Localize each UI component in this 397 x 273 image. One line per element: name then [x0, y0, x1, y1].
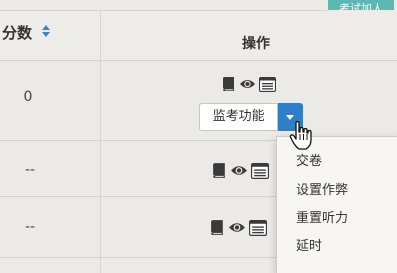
score-cell: -- — [24, 219, 36, 235]
list-icon[interactable] — [259, 76, 276, 92]
book-icon[interactable] — [212, 162, 227, 179]
sort-icon[interactable] — [41, 24, 51, 38]
eye-icon[interactable] — [228, 220, 246, 235]
proctor-dropdown-menu: 交卷 设置作弊 重置听力 延时 — [276, 136, 397, 273]
eye-icon[interactable] — [230, 163, 248, 178]
proctor-functions-split-button: 监考功能 — [199, 103, 303, 131]
menu-item-reset-listening[interactable]: 重置听力 — [296, 207, 348, 226]
row-divider — [0, 196, 276, 197]
list-icon[interactable] — [251, 162, 269, 179]
column-divider — [100, 10, 101, 273]
menu-item-submit-exam[interactable]: 交卷 — [296, 150, 322, 169]
actions-column-header: 操作 — [242, 36, 270, 52]
row-action-icons — [212, 162, 269, 179]
book-icon[interactable] — [210, 219, 225, 236]
score-column-header[interactable]: 分数 — [2, 22, 32, 43]
caret-down-icon — [286, 115, 295, 120]
eye-icon[interactable] — [239, 77, 256, 91]
row-divider — [0, 257, 276, 258]
row-action-icons — [210, 219, 267, 236]
list-icon[interactable] — [249, 219, 267, 236]
book-icon[interactable] — [222, 76, 236, 92]
proctor-functions-button[interactable]: 监考功能 — [199, 103, 279, 131]
screen: 考试加人 分数 操作 0 监考功能 -- -- 交卷 设置作弊 重置听力 延时 — [0, 0, 397, 273]
row-divider — [0, 140, 276, 141]
header-divider — [0, 60, 397, 61]
table-header — [0, 10, 397, 60]
row-action-icons — [222, 76, 276, 92]
menu-item-extend-time[interactable]: 延时 — [296, 235, 322, 254]
menu-item-set-cheating[interactable]: 设置作弊 — [296, 179, 348, 198]
score-cell: 0 — [23, 89, 33, 105]
score-cell: -- — [24, 162, 36, 178]
table-top-border — [0, 10, 327, 11]
hand-cursor-icon — [289, 121, 312, 150]
